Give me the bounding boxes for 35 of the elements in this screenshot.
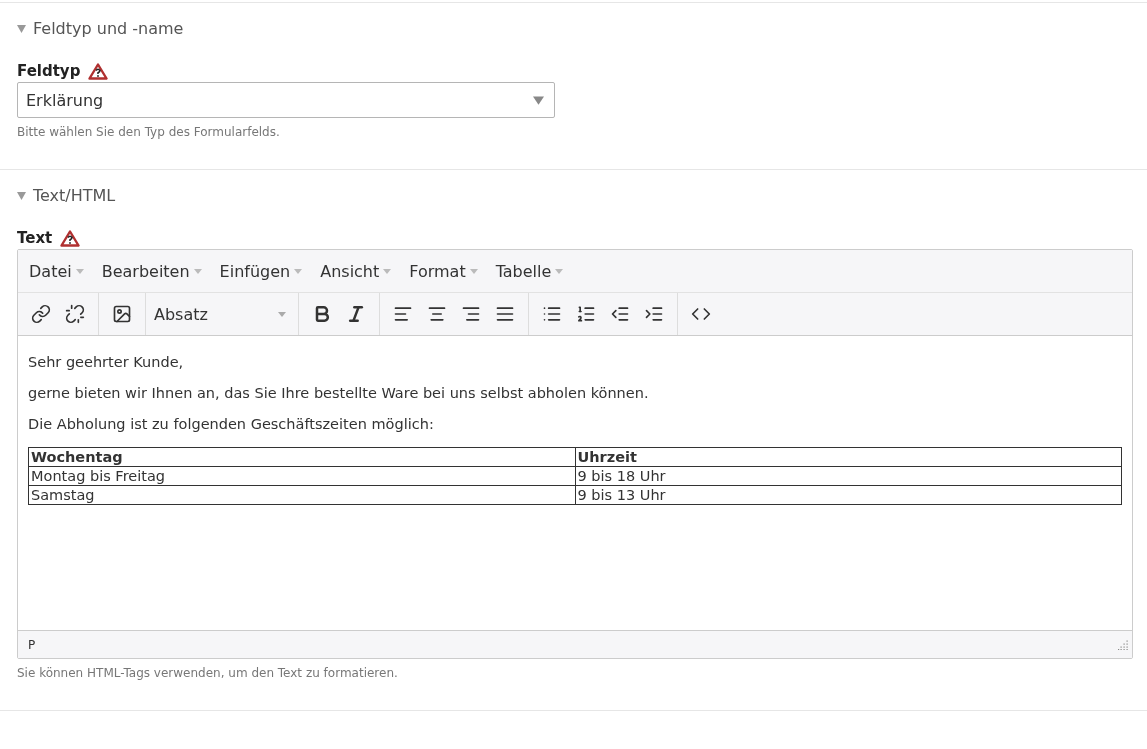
caret-icon [75, 268, 84, 274]
caret-icon [294, 268, 303, 274]
field-label: Text [17, 229, 53, 247]
caret-icon [193, 268, 202, 274]
paragraph: Die Abholung ist zu folgenden Geschäftszeiten möglich: [28, 416, 435, 432]
element-path: P [28, 637, 36, 652]
paragraph: gerne bieten wir Ihnen an, das Sie Ihre bestellte Ware bei uns selbst abholen können. [28, 385, 650, 401]
resize-handle-icon[interactable] [1118, 639, 1128, 650]
table-cell: Samstag [28, 485, 575, 505]
block-format-dropdown[interactable]: Absatz [152, 297, 292, 331]
collapse-caret-icon[interactable] [17, 191, 26, 200]
menu-item[interactable]: Format [400, 261, 487, 281]
table-cell: Montag bis Freitag [28, 466, 575, 486]
table-header: Uhrzeit [575, 447, 1122, 467]
collapse-caret-icon[interactable] [17, 24, 26, 33]
caret-icon [533, 95, 544, 105]
section-heading[interactable]: Text/HTML [33, 186, 116, 205]
caret-icon [383, 268, 392, 274]
table-header: Wochentag [28, 447, 575, 467]
paragraph: Sehr geehrter Kunde, [28, 354, 185, 370]
section-heading[interactable]: Feldtyp und -name [33, 19, 184, 38]
menu-item[interactable]: Ansicht [311, 261, 401, 281]
menu-item[interactable]: Datei [20, 261, 93, 281]
menu-item[interactable]: Bearbeiten [92, 261, 211, 281]
caret-icon [555, 268, 564, 274]
field-type-select[interactable]: Erklärung [17, 82, 555, 118]
caret-icon [469, 268, 478, 274]
menu-item[interactable]: Tabelle [486, 261, 573, 281]
help-text: Bitte wählen Sie den Typ des Formularfelds. [17, 125, 281, 139]
menu-item[interactable]: Einfügen [210, 261, 312, 281]
help-text: Sie können HTML-Tags verwenden, um den Text zu formatieren. [17, 666, 399, 680]
caret-icon [278, 311, 286, 317]
field-label: Feldtyp [17, 62, 81, 80]
table-cell: 9 bis 18 Uhr [575, 466, 1122, 486]
table-cell: 9 bis 13 Uhr [575, 485, 1122, 505]
